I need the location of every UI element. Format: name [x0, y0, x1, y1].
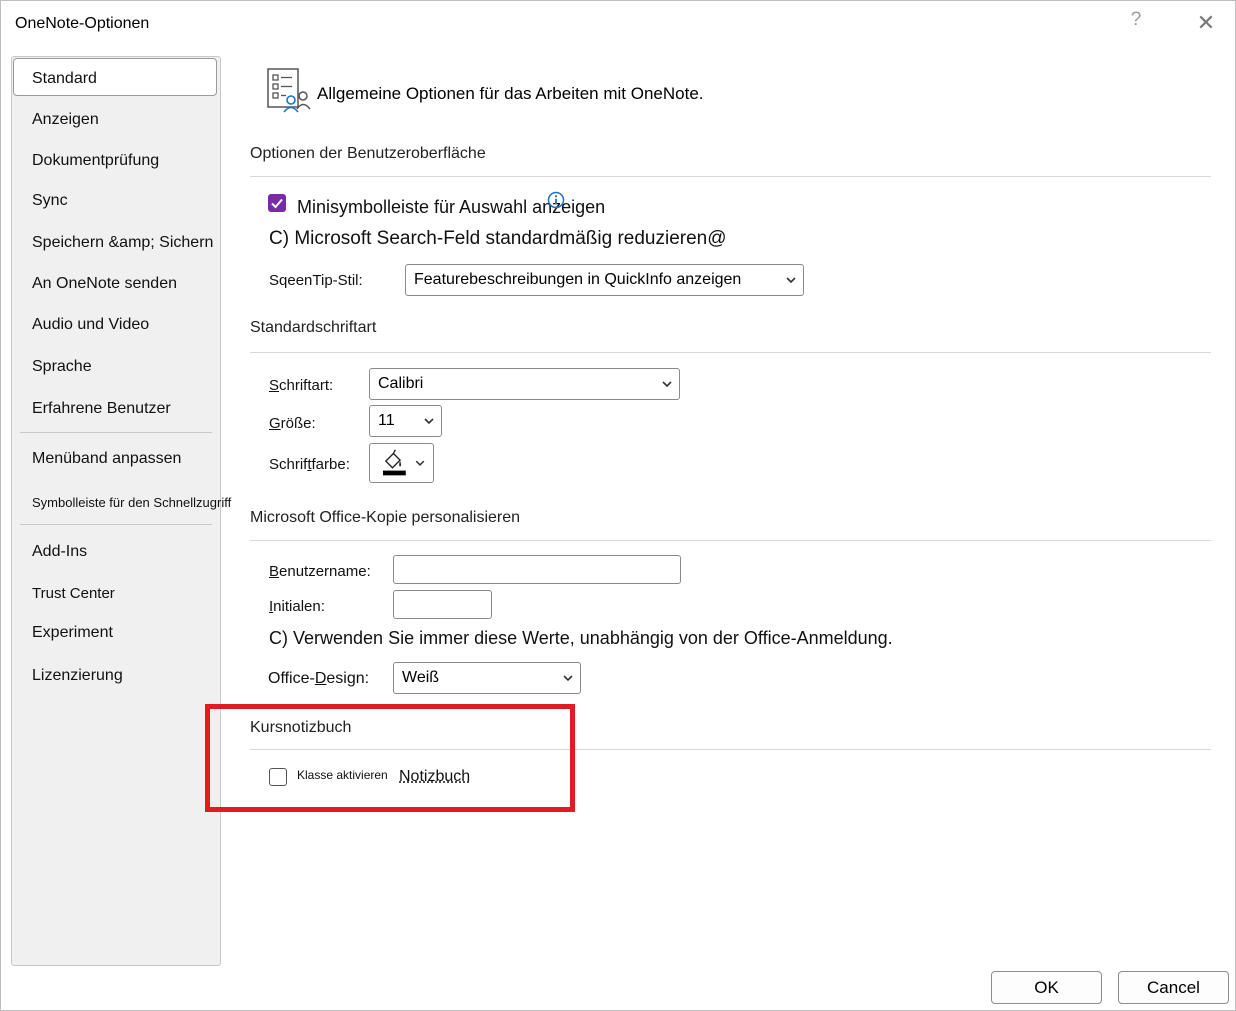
- sidebar-item-trust-center[interactable]: Trust Center: [32, 585, 115, 602]
- sidebar-item-experiment[interactable]: Experiment: [32, 624, 113, 642]
- sidebar-item-anzeigen[interactable]: Anzeigen: [32, 111, 99, 129]
- font-size-select[interactable]: 11: [369, 405, 442, 437]
- font-color-icon: [382, 449, 425, 476]
- chevron-down-icon: [786, 277, 796, 284]
- sidebar-item-standard[interactable]: Standard: [32, 70, 97, 88]
- font-size-value: 11: [378, 412, 395, 429]
- always-use-values-option[interactable]: C) Verwenden Sie immer diese Werte, unab…: [269, 628, 893, 649]
- sidebar-item-audio-video[interactable]: Audio und Video: [32, 316, 149, 334]
- section-divider: [250, 352, 1211, 353]
- section-divider: [250, 540, 1211, 541]
- screentip-label: SqeenTip-Stil:: [269, 272, 363, 289]
- sidebar-item-add-ins[interactable]: Add-Ins: [32, 543, 87, 561]
- font-value: Calibri: [378, 375, 424, 392]
- sidebar-item-menueband[interactable]: Menüband anpassen: [32, 450, 181, 468]
- chevron-down-icon: [424, 418, 434, 425]
- sidebar-divider: [20, 432, 212, 433]
- font-select[interactable]: Calibri: [369, 368, 680, 400]
- initials-input[interactable]: [393, 590, 492, 619]
- sidebar-item-sprache[interactable]: Sprache: [32, 358, 92, 376]
- sidebar-item-speichern[interactable]: Speichern &amp; Sichern: [32, 234, 213, 252]
- section-title-default-font: Standardschriftart: [250, 319, 377, 336]
- screentip-style-select[interactable]: Featurebeschreibungen in QuickInfo anzei…: [405, 264, 804, 296]
- section-divider: [250, 176, 1211, 177]
- general-options-icon: [267, 68, 311, 113]
- options-dialog: OneNote-Optionen ? ✕ Standard Anzeigen D…: [0, 0, 1236, 1011]
- ok-button[interactable]: OK: [991, 971, 1102, 1004]
- sidebar-divider: [20, 524, 212, 525]
- page-heading: Allgemeine Optionen für das Arbeiten mit…: [317, 84, 704, 103]
- sidebar-item-dokumentpruefung[interactable]: Dokumentprüfung: [32, 152, 159, 170]
- screentip-style-value: Featurebeschreibungen in QuickInfo anzei…: [414, 271, 742, 288]
- sidebar-item-erfahrene-benutzer[interactable]: Erfahrene Benutzer: [32, 400, 171, 418]
- highlight-box: [205, 704, 575, 812]
- font-color-picker[interactable]: [369, 443, 434, 483]
- chevron-down-icon: [563, 675, 573, 682]
- office-design-select[interactable]: Weiß: [393, 662, 581, 694]
- office-design-value: Weiß: [402, 669, 440, 686]
- mini-toolbar-checkbox[interactable]: [268, 194, 286, 212]
- office-design-label: Office-Design:: [268, 670, 370, 687]
- sidebar-item-schnellzugriff[interactable]: Symbolleiste für den Schnellzugriff: [32, 495, 231, 510]
- sidebar-item-sync[interactable]: Sync: [32, 192, 68, 210]
- size-label: Größe:: [269, 415, 316, 432]
- cancel-button[interactable]: Cancel: [1118, 971, 1229, 1004]
- section-title-ui-options: Optionen der Benutzeroberfläche: [250, 145, 486, 162]
- search-collapse-option[interactable]: C) Microsoft Search-Feld standardmäßig r…: [269, 228, 727, 250]
- font-color-label: Schriftfarbe:: [269, 456, 350, 473]
- info-icon[interactable]: [547, 191, 565, 209]
- checkmark-icon: [271, 198, 283, 209]
- section-title-personalize: Microsoft Office-Kopie personalisieren: [250, 509, 521, 526]
- help-button[interactable]: ?: [1125, 9, 1147, 35]
- username-label: Benutzername:: [269, 563, 371, 580]
- initials-label: Initialen:: [269, 598, 325, 615]
- sidebar-item-lizenzierung[interactable]: Lizenzierung: [32, 667, 123, 685]
- category-sidebar: Standard Anzeigen Dokumentprüfung Sync S…: [11, 56, 231, 966]
- username-input[interactable]: [393, 555, 681, 584]
- close-button[interactable]: ✕: [1191, 9, 1221, 37]
- chevron-down-icon: [662, 381, 672, 388]
- dialog-title: OneNote-Optionen: [15, 15, 150, 32]
- font-label: Schriftart:: [269, 377, 334, 394]
- sidebar-item-an-onenote-senden[interactable]: An OneNote senden: [32, 275, 177, 293]
